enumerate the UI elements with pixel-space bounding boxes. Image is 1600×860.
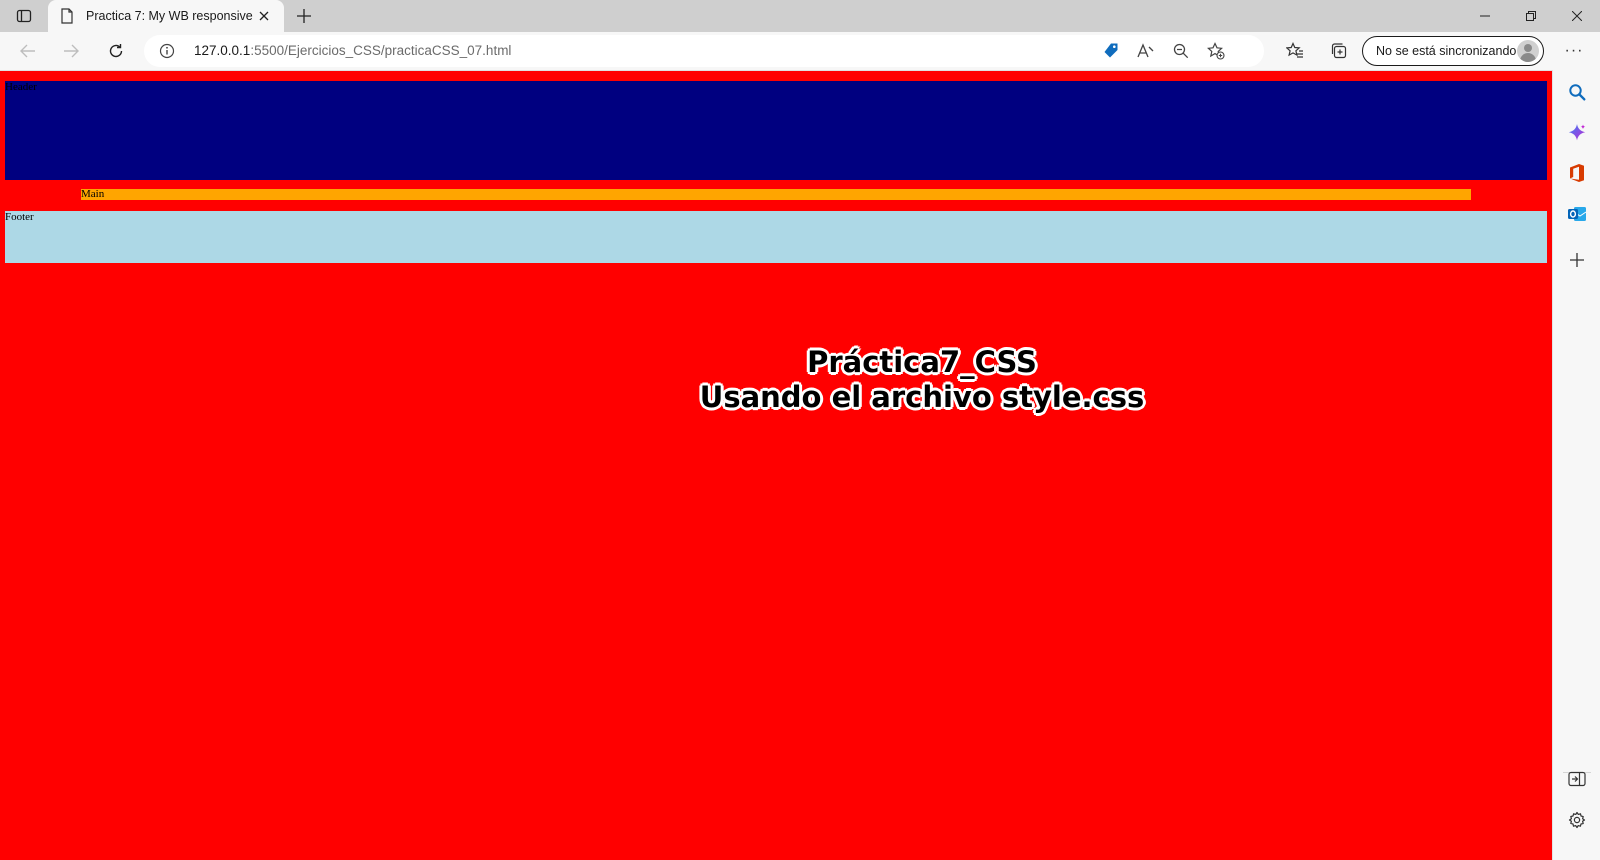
zoom-out-icon[interactable] xyxy=(1170,41,1192,61)
url-host: 127.0.0.1 xyxy=(194,43,251,58)
refresh-icon xyxy=(109,44,123,58)
add-favorite-icon[interactable] xyxy=(1205,41,1227,61)
header-label: Header xyxy=(5,81,37,93)
refresh-button[interactable] xyxy=(101,37,131,65)
settings-icon[interactable] xyxy=(1565,808,1589,832)
tab-actions-button[interactable] xyxy=(10,4,38,28)
search-icon[interactable] xyxy=(1565,80,1589,104)
profile-label: No se está sincronizando xyxy=(1376,44,1517,58)
copilot-icon[interactable] xyxy=(1565,121,1589,145)
tab-strip: Practica 7: My WB responsive xyxy=(0,0,1600,32)
site-info-icon[interactable] xyxy=(158,42,176,60)
page-title-line2: Usando el archivo style.css xyxy=(699,380,1145,414)
collections-icon[interactable] xyxy=(1327,40,1351,62)
url-text: 127.0.0.1:5500/Ejercicios_CSS/practicaCS… xyxy=(194,35,511,67)
split-screen-icon[interactable] xyxy=(1565,767,1589,791)
read-aloud-icon[interactable] xyxy=(1135,41,1157,61)
page-title-line1: Práctica7_CSS xyxy=(807,345,1037,379)
address-bar[interactable]: 127.0.0.1:5500/Ejercicios_CSS/practicaCS… xyxy=(144,35,1264,67)
forward-button[interactable] xyxy=(56,37,86,65)
new-tab-button[interactable] xyxy=(290,4,318,28)
close-icon xyxy=(259,11,269,21)
minimize-button[interactable] xyxy=(1462,0,1508,32)
more-menu-button[interactable]: ··· xyxy=(1562,40,1586,62)
page-main: Main xyxy=(81,189,1471,200)
page-viewport: Header Main Footer Práctica7_CSS Usando … xyxy=(0,70,1552,860)
page-title: Práctica7_CSS Usando el archivo style.cs… xyxy=(622,345,1222,415)
add-icon[interactable] xyxy=(1565,248,1589,272)
plus-icon xyxy=(297,9,311,23)
tab-close-button[interactable] xyxy=(254,6,274,26)
footer-label: Footer xyxy=(5,211,34,223)
shopping-tag-icon[interactable] xyxy=(1100,41,1122,61)
forward-arrow-icon xyxy=(64,44,79,58)
favorites-icon[interactable] xyxy=(1283,40,1307,62)
tab-actions-icon xyxy=(16,9,32,23)
page-header: Header xyxy=(5,81,1547,180)
url-path: :5500/Ejercicios_CSS/practicaCSS_07.html xyxy=(250,43,512,58)
back-arrow-icon xyxy=(20,44,35,58)
tab-active[interactable]: Practica 7: My WB responsive xyxy=(48,0,284,32)
tab-title: Practica 7: My WB responsive xyxy=(86,9,253,23)
page-icon xyxy=(61,8,73,24)
avatar xyxy=(1517,40,1539,62)
back-button[interactable] xyxy=(13,37,43,65)
toolbar: 127.0.0.1:5500/Ejercicios_CSS/practicaCS… xyxy=(0,32,1600,70)
profile-button[interactable]: No se está sincronizando xyxy=(1362,36,1544,66)
page-footer: Footer xyxy=(5,211,1547,263)
restore-button[interactable] xyxy=(1508,0,1554,32)
close-window-button[interactable] xyxy=(1554,0,1600,32)
outlook-icon[interactable] xyxy=(1565,202,1589,226)
close-window-icon xyxy=(1572,11,1582,21)
edge-sidebar xyxy=(1552,70,1600,860)
main-label: Main xyxy=(81,188,105,200)
window-controls xyxy=(1462,0,1600,32)
restore-icon xyxy=(1526,11,1536,21)
office-icon[interactable] xyxy=(1565,161,1589,185)
minimize-icon xyxy=(1480,15,1490,17)
